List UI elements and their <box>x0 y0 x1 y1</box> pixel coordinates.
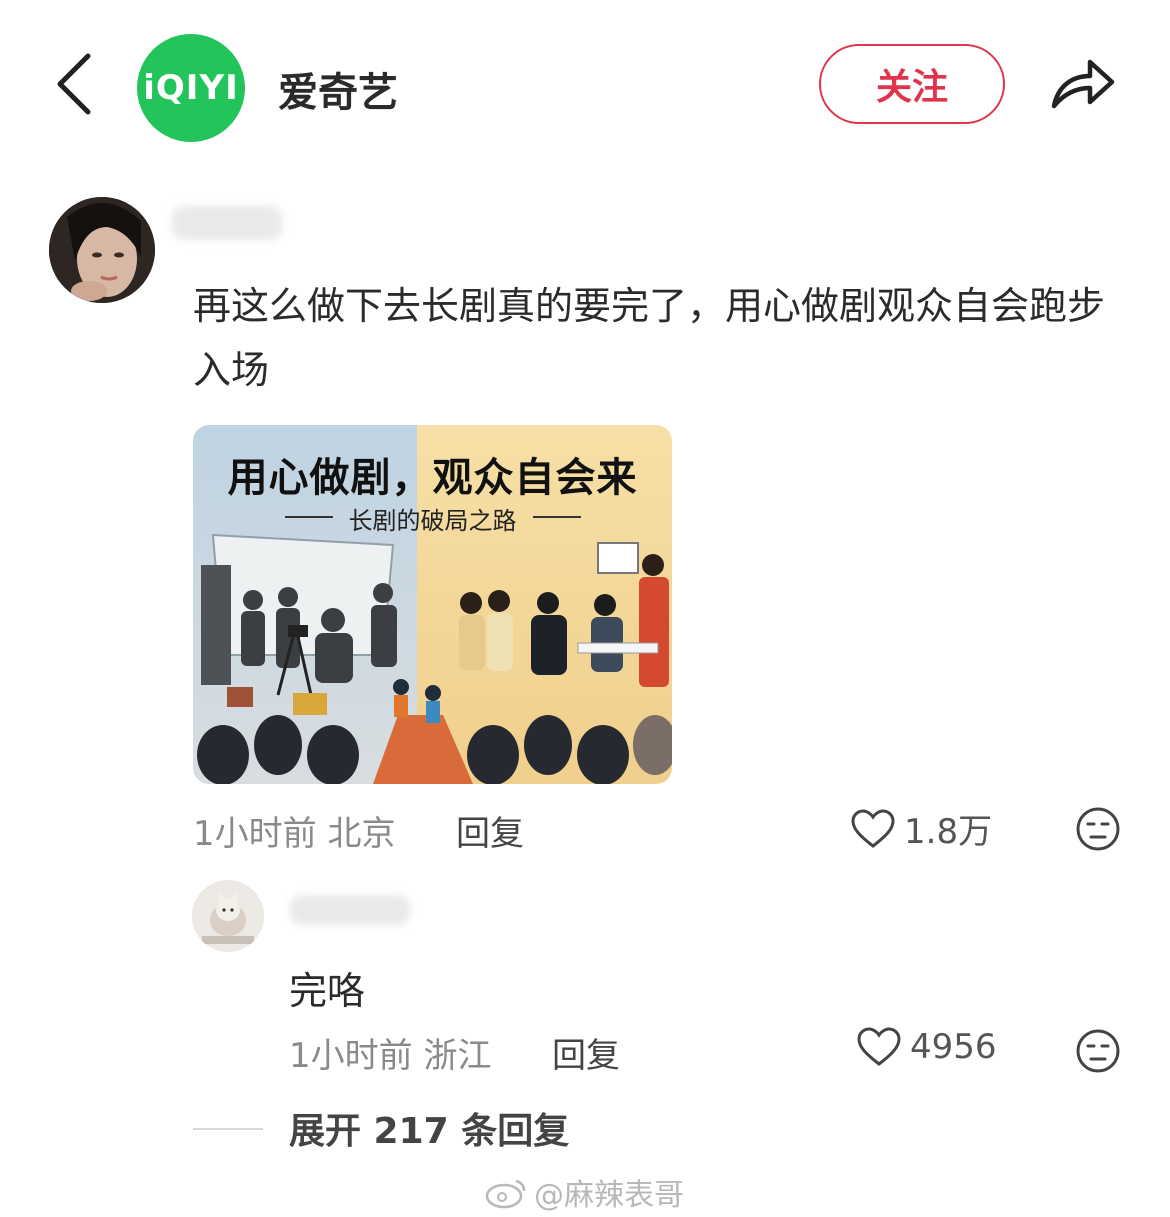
back-arrow-icon[interactable] <box>52 52 96 116</box>
logo-text: iQIYI <box>143 68 239 108</box>
comment-location: 北京 <box>327 814 396 854</box>
comment-image[interactable]: 用心做剧，观众自会来 长剧的破局之路 <box>193 425 672 784</box>
reply-like-button[interactable]: 4956 <box>856 1026 997 1068</box>
image-title: 用心做剧，观众自会来 <box>227 455 638 501</box>
comment-reply-button[interactable]: 回复 <box>456 806 524 855</box>
heart-icon <box>857 1027 901 1066</box>
expand-divider <box>193 1128 263 1130</box>
portrait-image <box>49 197 155 303</box>
commenter-avatar[interactable] <box>49 197 155 303</box>
cat-image <box>192 880 264 952</box>
reply-text: 完咯 <box>289 969 366 1013</box>
comment-meta: 1小时前 北京 <box>193 806 395 855</box>
watermark-text: @麻辣表哥 <box>534 1178 684 1213</box>
dislike-emoji-icon[interactable] <box>1075 1028 1121 1074</box>
dislike-emoji-icon[interactable] <box>1075 806 1121 852</box>
heart-icon <box>851 808 895 848</box>
image-subtitle: 长剧的破局之路 <box>348 507 517 535</box>
commenter-name-blurred[interactable] <box>172 206 282 240</box>
reply-reply-button[interactable]: 回复 <box>552 1028 620 1077</box>
weibo-logo-icon <box>485 1179 526 1209</box>
reply-like-count: 4956 <box>910 1027 997 1067</box>
replier-name-blurred[interactable] <box>290 895 410 925</box>
follow-button[interactable]: 关注 <box>819 44 1005 124</box>
channel-name[interactable]: 爱奇艺 <box>278 60 398 118</box>
comment-text: 再这么做下去长剧真的要完了，用心做剧观众自会跑步入场 <box>193 284 1106 392</box>
reply-location: 浙江 <box>423 1036 492 1076</box>
watermark: @麻辣表哥 <box>484 1170 684 1214</box>
share-icon[interactable] <box>1048 52 1118 112</box>
comment-time: 1小时前 <box>193 814 317 854</box>
comment-like-button[interactable]: 1.8万 <box>850 804 992 853</box>
reply-time: 1小时前 <box>289 1036 413 1076</box>
reply-meta: 1小时前 浙江 <box>289 1028 491 1077</box>
follow-button-label: 关注 <box>875 67 948 108</box>
replier-avatar[interactable] <box>192 880 264 952</box>
expand-replies-button[interactable]: 展开 217 条回复 <box>289 1102 569 1154</box>
channel-logo[interactable]: iQIYI <box>137 34 245 142</box>
comment-like-count: 1.8万 <box>904 812 993 852</box>
